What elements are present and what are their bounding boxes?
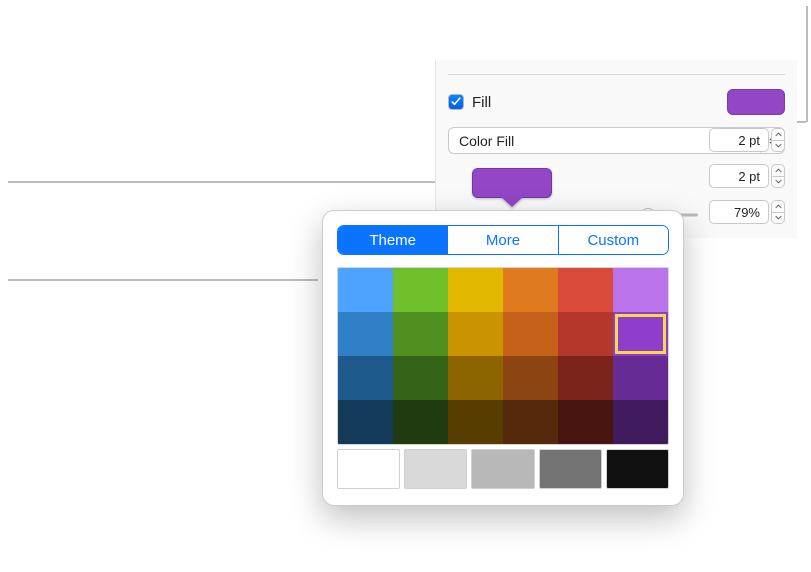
- color-swatch[interactable]: [448, 312, 503, 356]
- fill-color-swatch[interactable]: [727, 89, 785, 115]
- stepper-field[interactable]: 79%: [709, 200, 769, 224]
- color-swatch[interactable]: [338, 400, 393, 444]
- color-swatch[interactable]: [471, 449, 534, 489]
- color-swatch[interactable]: [558, 312, 613, 356]
- stepper-field[interactable]: 2 pt: [709, 164, 769, 188]
- color-swatch[interactable]: [558, 400, 613, 444]
- stepper-stack: 2 pt 2 pt 79%: [709, 128, 785, 224]
- tab-theme[interactable]: Theme: [338, 226, 447, 254]
- fill-row: Fill: [448, 89, 785, 115]
- tab-more[interactable]: More: [447, 226, 557, 254]
- color-swatch[interactable]: [338, 312, 393, 356]
- color-picker-popover: Theme More Custom: [322, 210, 684, 506]
- color-swatch[interactable]: [503, 400, 558, 444]
- fill-label: Fill: [472, 94, 491, 111]
- color-swatch[interactable]: [448, 356, 503, 400]
- color-swatch[interactable]: [613, 356, 668, 400]
- color-swatch[interactable]: [337, 449, 400, 489]
- callout-line: [806, 6, 808, 122]
- fill-type-value: Color Fill: [459, 133, 514, 149]
- color-swatch[interactable]: [393, 400, 448, 444]
- color-swatch[interactable]: [393, 312, 448, 356]
- color-swatch[interactable]: [558, 268, 613, 312]
- callout-line: [8, 181, 454, 183]
- color-swatch[interactable]: [503, 268, 558, 312]
- callout-line: [8, 279, 318, 281]
- stepper-arrows[interactable]: [771, 164, 785, 188]
- stepper-arrows[interactable]: [771, 200, 785, 224]
- separator: [448, 74, 785, 75]
- color-swatch[interactable]: [448, 268, 503, 312]
- stepper-field[interactable]: 2 pt: [709, 128, 769, 152]
- color-mode-segmented: Theme More Custom: [337, 225, 669, 255]
- color-swatch[interactable]: [613, 312, 668, 356]
- color-swatch[interactable]: [613, 268, 668, 312]
- fill-checkbox[interactable]: [448, 94, 464, 110]
- stepper-arrows[interactable]: [771, 128, 785, 152]
- color-swatch[interactable]: [338, 268, 393, 312]
- neutral-color-row: [337, 449, 669, 489]
- color-swatch[interactable]: [503, 356, 558, 400]
- color-swatch[interactable]: [338, 356, 393, 400]
- color-well[interactable]: [472, 168, 552, 198]
- color-swatch[interactable]: [613, 400, 668, 444]
- color-swatch[interactable]: [558, 356, 613, 400]
- stepper-2: 2 pt: [709, 164, 785, 188]
- popover-notch: [501, 197, 523, 207]
- tab-custom[interactable]: Custom: [558, 226, 668, 254]
- theme-color-grid: [337, 267, 669, 445]
- color-swatch[interactable]: [539, 449, 602, 489]
- callout-line: [796, 121, 806, 123]
- color-swatch[interactable]: [503, 312, 558, 356]
- color-swatch[interactable]: [404, 449, 467, 489]
- color-swatch[interactable]: [393, 356, 448, 400]
- stepper-1: 2 pt: [709, 128, 785, 152]
- stepper-3: 79%: [709, 200, 785, 224]
- color-swatch[interactable]: [448, 400, 503, 444]
- color-swatch[interactable]: [393, 268, 448, 312]
- color-swatch[interactable]: [606, 449, 669, 489]
